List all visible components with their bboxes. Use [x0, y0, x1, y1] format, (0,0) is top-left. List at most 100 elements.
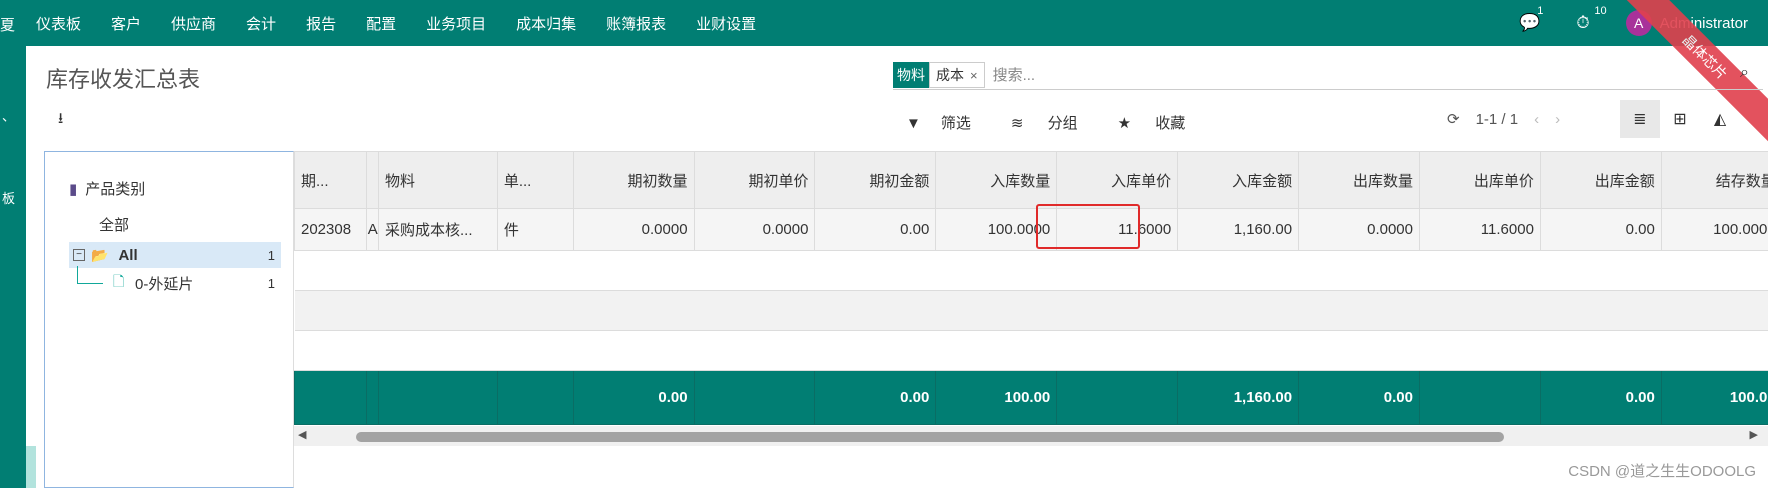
column-header[interactable]: 出库单价: [1419, 151, 1541, 209]
total-cell: 1,160.00: [1177, 370, 1300, 425]
search-options: ▼ 筛选 ≋ 分组 ★ 收藏: [906, 112, 1225, 133]
total-cell: 0.00: [1298, 370, 1420, 425]
column-header[interactable]: 结存数量: [1660, 151, 1768, 209]
menu-item-finance-settings[interactable]: 业财设置: [696, 13, 756, 34]
table-cell: A: [365, 208, 380, 251]
column-header[interactable]: 单...: [496, 151, 574, 209]
filter-icon: ▼: [906, 115, 921, 132]
column-header[interactable]: 期初数量: [572, 151, 695, 209]
graph-view-icon[interactable]: ◭: [1700, 100, 1740, 138]
search-facet-value-text: 成本: [936, 66, 964, 83]
favorites-button[interactable]: ★ 收藏: [1118, 112, 1206, 133]
total-cell: 100.00: [935, 370, 1058, 425]
app-brand[interactable]: 夏: [0, 14, 15, 35]
total-cell: [294, 370, 367, 425]
column-header[interactable]: 入库金额: [1177, 151, 1300, 209]
totals-row: 0.00 0.00 100.00 1,160.00 0.00 0.00 100.…: [294, 370, 1768, 425]
empty-row: [294, 330, 1768, 371]
category-item-count: 1: [267, 275, 275, 291]
table-cell: 采购成本核...: [378, 208, 498, 251]
menu-item-business-projects[interactable]: 业务项目: [426, 13, 486, 34]
total-cell: [496, 370, 574, 425]
download-icon[interactable]: ⭳: [58, 108, 63, 133]
page-title: 库存收发汇总表: [46, 67, 201, 92]
column-header[interactable]: 期...: [294, 151, 367, 209]
category-item-count: 1: [267, 247, 275, 263]
menu-item-customers[interactable]: 客户: [111, 13, 141, 34]
menu-item-ledger-reports[interactable]: 账簿报表: [606, 13, 666, 34]
favorites-label: 收藏: [1155, 115, 1186, 132]
table-cell: 1,160.00: [1177, 208, 1300, 251]
report-table: 期... 物料 单... 期初数量 期初单价 期初金额 入库数量 入库单价 入库…: [294, 151, 1768, 425]
list-view-icon[interactable]: ≣: [1620, 100, 1660, 138]
layers-icon: ≋: [1010, 115, 1024, 132]
menu-item-suppliers[interactable]: 供应商: [171, 13, 216, 34]
refresh-icon[interactable]: ⟳: [1447, 110, 1460, 128]
column-header[interactable]: 出库金额: [1539, 151, 1662, 209]
activity-count: 10: [1594, 5, 1607, 17]
left-strip-label-2[interactable]: 板: [2, 188, 15, 207]
pivot-view-icon[interactable]: ⊞: [1660, 100, 1700, 138]
systray: 💬 1 ⏱ 10 A Administrator: [1519, 0, 1768, 46]
menu-item-cost-collection[interactable]: 成本归集: [516, 13, 576, 34]
filter-button[interactable]: ▼ 筛选: [906, 112, 991, 133]
chat-icon[interactable]: 💬 1: [1519, 5, 1543, 33]
menu-item-accounting[interactable]: 会计: [246, 13, 276, 34]
remove-facet-icon[interactable]: ×: [970, 68, 978, 83]
left-strip-label-1[interactable]: 、: [2, 106, 15, 125]
column-header[interactable]: 期初金额: [814, 151, 937, 209]
table-cell: 0.0000: [572, 208, 695, 251]
search-bar: 物料 成本 × 搜索... ⌕: [893, 60, 1763, 90]
menu-item-configuration[interactable]: 配置: [366, 13, 396, 34]
file-icon: 🗋: [113, 273, 125, 289]
table-row[interactable]: 202308 A 采购成本核... 件 0.0000 0.0000 0.00 1…: [294, 208, 1768, 251]
total-cell: [693, 370, 816, 425]
user-menu[interactable]: Administrator: [1660, 15, 1748, 32]
left-app-strip: 、 板: [0, 46, 26, 488]
avatar[interactable]: A: [1625, 10, 1652, 36]
column-header[interactable]: 出库数量: [1298, 151, 1420, 209]
column-header[interactable]: 入库数量: [935, 151, 1058, 209]
column-header[interactable]: 物料: [378, 151, 498, 209]
menu-item-dashboard[interactable]: 仪表板: [36, 13, 81, 34]
folder-open-icon: 📂: [91, 246, 109, 263]
pager-next-icon[interactable]: ›: [1555, 111, 1560, 128]
scroll-left-icon[interactable]: ◀: [298, 428, 306, 441]
table-cell: 202308: [294, 208, 367, 251]
category-item-label: All: [118, 246, 138, 264]
category-all[interactable]: 全部: [99, 214, 129, 235]
highlight-box: [1036, 204, 1140, 249]
watermark: CSDN @道之生生ODOOLG: [1568, 463, 1756, 480]
main-menu: 仪表板 客户 供应商 会计 报告 配置 业务项目 成本归集 账簿报表 业财设置: [36, 0, 786, 46]
total-cell: 100.00: [1660, 370, 1768, 425]
horizontal-scrollbar[interactable]: ◀ ▶: [294, 426, 1768, 446]
search-icon[interactable]: ⌕: [1740, 64, 1749, 82]
category-item-epitaxial[interactable]: 🗋 0-外延片 1: [69, 266, 281, 296]
groupby-button[interactable]: ≋ 分组: [1011, 112, 1098, 133]
clock-icon[interactable]: ⏱ 10: [1576, 5, 1606, 33]
total-cell: [1419, 370, 1541, 425]
collapse-icon[interactable]: −: [73, 249, 85, 261]
table-header-row: 期... 物料 单... 期初数量 期初单价 期初金额 入库数量 入库单价 入库…: [294, 151, 1768, 209]
left-strip-handle[interactable]: [26, 446, 36, 488]
scroll-right-icon[interactable]: ▶: [1750, 428, 1758, 441]
pager: ⟳ 1-1 / 1 ‹ ›: [1447, 110, 1576, 129]
total-cell: [365, 370, 380, 425]
total-cell: 0.00: [572, 370, 695, 425]
scrollbar-thumb[interactable]: [356, 432, 1504, 442]
table-cell: 件: [496, 208, 574, 251]
category-item-all[interactable]: − 📂 All 1: [69, 242, 281, 268]
total-cell: 0.00: [814, 370, 937, 425]
search-input[interactable]: 搜索...: [993, 64, 1036, 85]
total-cell: [1056, 370, 1179, 425]
menu-item-reports[interactable]: 报告: [306, 13, 336, 34]
pager-value[interactable]: 1-1 / 1: [1476, 111, 1519, 128]
pager-previous-icon[interactable]: ‹: [1534, 111, 1539, 128]
column-header[interactable]: 入库单价: [1056, 151, 1179, 209]
bookmark-icon: ▮: [69, 181, 78, 198]
column-header[interactable]: [365, 151, 380, 209]
table-cell: 0.0000: [1298, 208, 1420, 251]
column-header[interactable]: 期初单价: [693, 151, 816, 209]
empty-row: [294, 290, 1768, 331]
top-navbar: 夏 仪表板 客户 供应商 会计 报告 配置 业务项目 成本归集 账簿报表 业财设…: [0, 0, 1768, 149]
